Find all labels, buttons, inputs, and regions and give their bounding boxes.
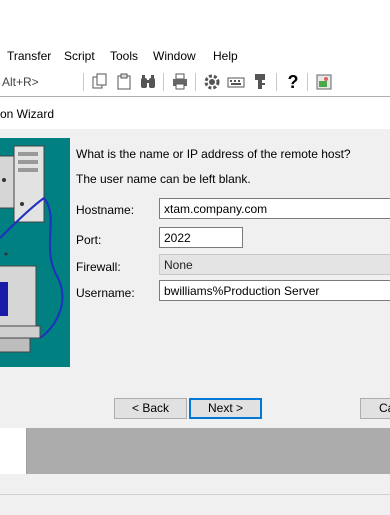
back-button[interactable]: < Back xyxy=(114,398,187,419)
wizard-prompt: What is the name or IP address of the re… xyxy=(76,147,351,161)
username-field[interactable]: bwilliams%Production Server xyxy=(159,280,390,301)
toolbar: Alt+R> ? xyxy=(0,68,390,97)
status-divider xyxy=(0,494,390,495)
menu-tools[interactable]: Tools xyxy=(110,49,138,63)
menu-bar: Transfer Script Tools Window Help xyxy=(0,44,390,68)
next-button[interactable]: Next > xyxy=(189,398,262,419)
key-icon[interactable] xyxy=(250,72,270,92)
toolbar-separator xyxy=(83,73,84,91)
port-field[interactable]: 2022 xyxy=(159,227,243,248)
firewall-label: Firewall: xyxy=(76,260,121,274)
toolbar-separator xyxy=(163,73,164,91)
toolbar-separator xyxy=(307,73,308,91)
port-label: Port: xyxy=(76,233,102,247)
keymap-icon[interactable] xyxy=(226,72,246,92)
menu-help[interactable]: Help xyxy=(213,49,238,63)
session-pane xyxy=(0,428,27,474)
terminal-area xyxy=(27,428,390,474)
wizard-illustration xyxy=(0,138,70,367)
cancel-button[interactable]: Ca xyxy=(360,398,390,419)
main-window-area xyxy=(0,428,390,515)
toolbar-separator xyxy=(276,73,277,91)
menu-window[interactable]: Window xyxy=(153,49,196,63)
dialog-body: What is the name or IP address of the re… xyxy=(0,129,390,429)
dialog-title: on Wizard xyxy=(0,107,55,121)
shortcut-text: Alt+R> xyxy=(2,75,39,89)
paste-icon[interactable] xyxy=(114,72,134,92)
firewall-select[interactable]: None xyxy=(159,254,390,275)
hostname-field[interactable]: xtam.company.com xyxy=(159,198,390,219)
username-label: Username: xyxy=(76,286,135,300)
find-icon[interactable] xyxy=(138,72,158,92)
settings-icon[interactable] xyxy=(202,72,222,92)
menu-script[interactable]: Script xyxy=(64,49,95,63)
toolbar-separator xyxy=(195,73,196,91)
copy-icon[interactable] xyxy=(90,72,110,92)
print-icon[interactable] xyxy=(170,72,190,92)
new-session-wizard-dialog: on Wizard What is the name or IP address… xyxy=(0,96,390,429)
wizard-hint: The user name can be left blank. xyxy=(76,172,251,186)
menu-transfer[interactable]: Transfer xyxy=(7,49,51,63)
hostname-label: Hostname: xyxy=(76,203,135,217)
sftp-icon[interactable] xyxy=(314,72,334,92)
help-icon[interactable]: ? xyxy=(283,72,303,92)
